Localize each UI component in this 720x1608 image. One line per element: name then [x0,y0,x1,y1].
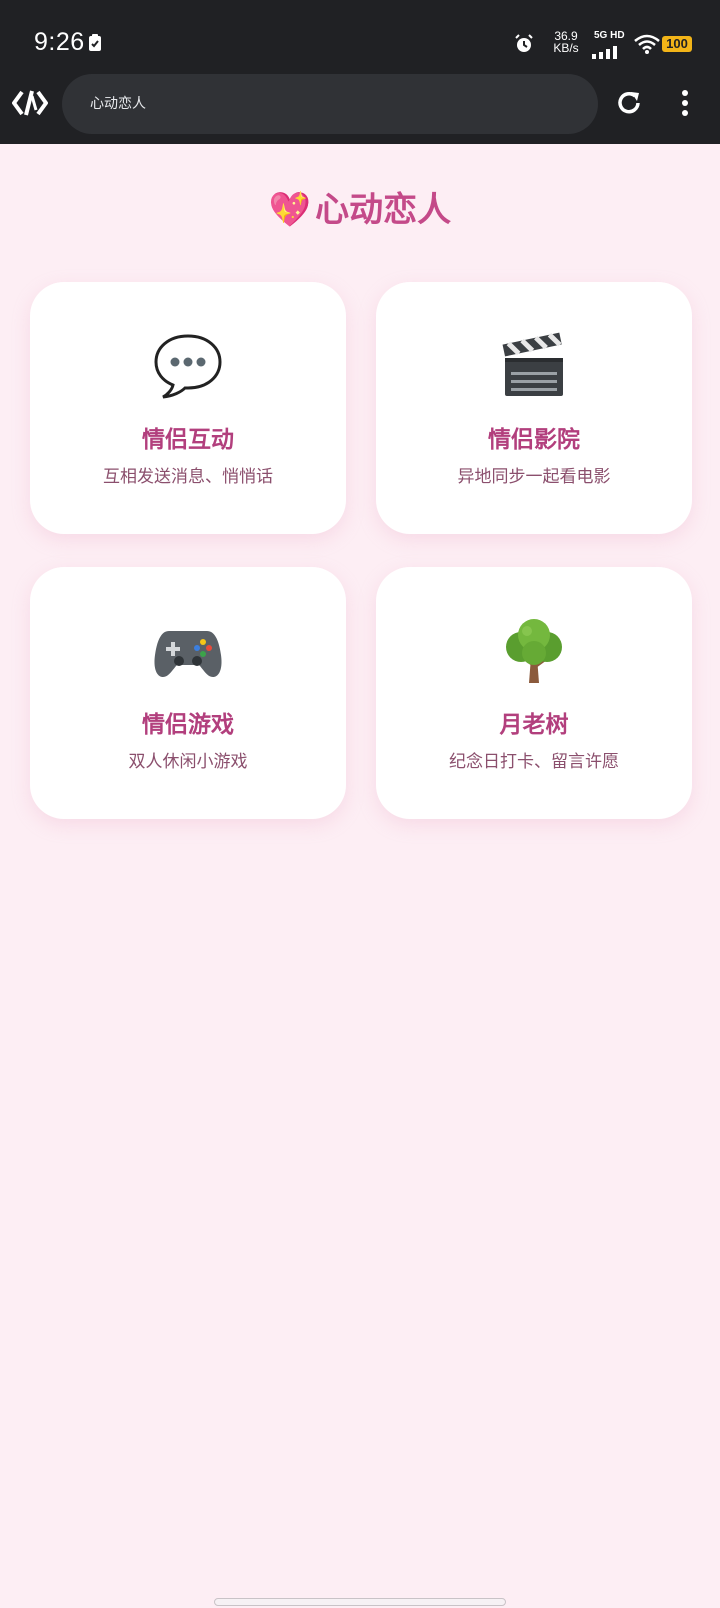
card-description: 异地同步一起看电影 [457,467,611,487]
card-matchmaker-tree[interactable]: 月老树 纪念日打卡、留言许愿 [376,567,692,819]
card-couple-cinema[interactable]: 情侣影院 异地同步一起看电影 [376,282,692,534]
card-couple-games[interactable]: 情侣游戏 双人休闲小游戏 [30,567,346,819]
card-title: 月老树 [499,712,569,738]
tree-icon [376,617,692,687]
clipboard-icon [88,34,102,56]
reload-icon[interactable] [614,88,644,122]
sparkling-heart-icon: 💖 [268,190,312,230]
home-indicator[interactable] [214,1598,506,1606]
wifi-icon [634,34,660,58]
page-title-text: 心动恋人 [315,190,452,230]
network-speed-unit: KB/s [553,41,579,55]
status-time: 9:26 [34,28,85,56]
network-speed: 36.9 KB/s [548,30,584,54]
more-vert-icon[interactable] [680,88,690,122]
card-description: 纪念日打卡、留言许愿 [449,752,619,772]
browser-toolbar: 心动恋人 [0,70,720,144]
card-couple-interaction[interactable]: 情侣互动 互相发送消息、悄悄话 [30,282,346,534]
card-description: 双人休闲小游戏 [128,752,248,772]
game-controller-icon [30,617,346,687]
card-title: 情侣互动 [142,427,234,453]
alarm-icon [514,34,534,58]
card-description: 互相发送消息、悄悄话 [103,467,273,487]
network-type: 5G HD [594,30,625,41]
logo-icon[interactable] [12,88,48,122]
card-title: 情侣影院 [488,427,580,453]
card-title: 情侣游戏 [142,712,234,738]
clapperboard-icon [376,332,692,402]
address-bar[interactable]: 心动恋人 [62,74,598,134]
speech-bubble-icon [30,332,346,402]
battery-indicator: 100 [662,36,692,52]
page-title: 💖 心动恋人 [0,182,720,231]
signal-icon [590,44,624,63]
